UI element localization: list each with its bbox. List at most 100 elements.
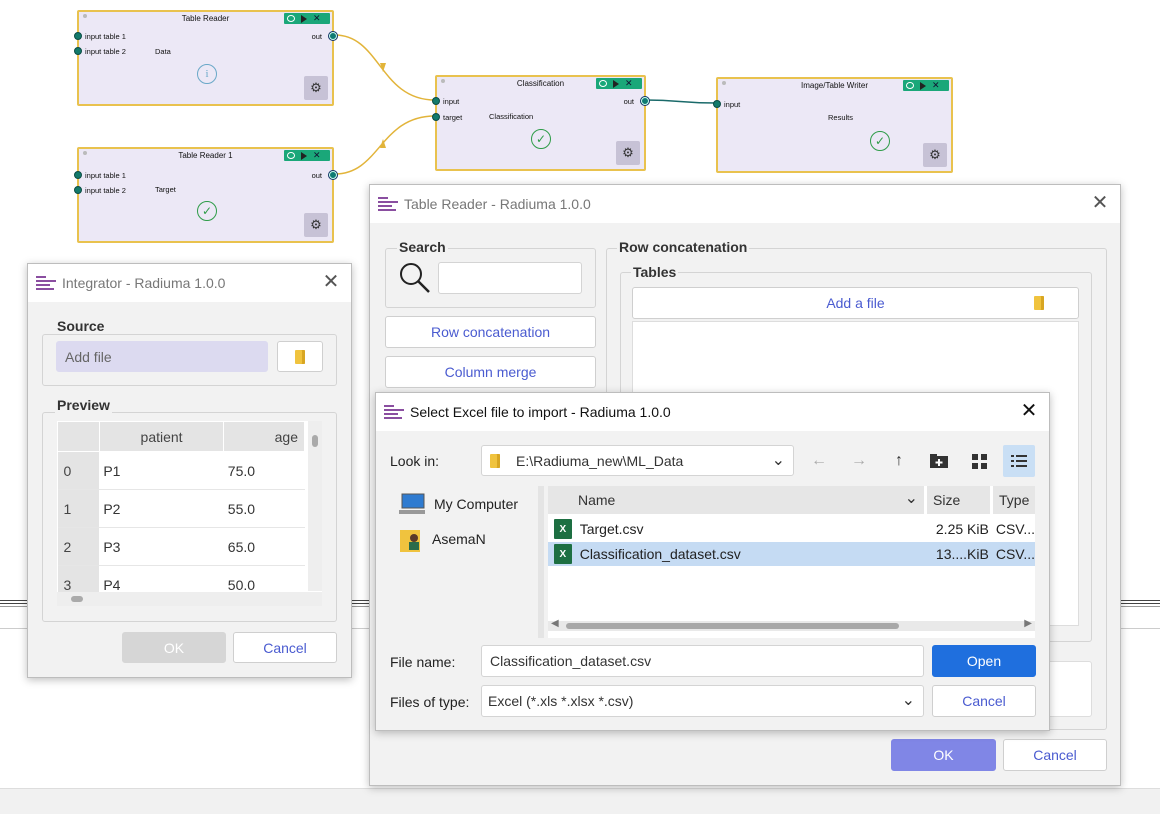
files-of-type-select[interactable]: Excel (*.xls *.xlsx *.csv) ⌄	[481, 685, 924, 717]
output-port[interactable]	[641, 97, 649, 105]
input-port[interactable]	[432, 97, 440, 105]
add-file-field[interactable]: Add file	[56, 341, 268, 372]
output-port[interactable]	[329, 32, 337, 40]
cancel-button[interactable]: Cancel	[932, 685, 1036, 717]
close-icon[interactable]: ✕	[313, 151, 321, 160]
list-view-icon[interactable]	[1003, 445, 1035, 477]
scroll-thumb[interactable]	[566, 623, 899, 629]
sidebar-item-label: AsemaN	[432, 531, 486, 547]
file-row-selected[interactable]: X Classification_dataset.csv 13....KiB C…	[548, 542, 1035, 566]
node-controls[interactable]: ✕	[284, 150, 330, 161]
preview-table-viewport[interactable]: patient age 0 P1 75.0 1 P2 55.0 2 P3 65.…	[57, 421, 322, 606]
scroll-thumb[interactable]	[71, 596, 83, 602]
add-a-file-button[interactable]: Add a file	[632, 287, 1079, 319]
play-icon[interactable]	[301, 14, 307, 23]
file-size: 2.25 KiB	[935, 521, 989, 537]
play-icon[interactable]	[613, 79, 619, 88]
node-controls[interactable]: ✕	[596, 78, 642, 89]
column-header-size[interactable]: Size	[926, 486, 990, 514]
add-a-file-label: Add a file	[826, 295, 885, 311]
input-port[interactable]	[713, 100, 721, 108]
up-arrow-icon[interactable]: ↑	[883, 445, 915, 477]
target-port[interactable]	[432, 113, 440, 121]
scroll-left-arrow-icon[interactable]: ◀	[551, 618, 559, 629]
scroll-thumb[interactable]	[312, 435, 318, 447]
integrator-dialog[interactable]: Integrator - Radiuma 1.0.0 ✕ Source Add …	[27, 263, 352, 678]
row-index: 1	[57, 489, 100, 528]
close-icon[interactable]: ✕	[321, 272, 341, 292]
close-icon[interactable]: ✕	[932, 81, 940, 90]
close-icon[interactable]: ✕	[1019, 401, 1039, 421]
ok-button[interactable]: OK	[891, 739, 996, 771]
new-folder-icon[interactable]	[923, 445, 955, 477]
node-table-reader[interactable]: Table Reader ✕ input table 1 input table…	[74, 10, 337, 106]
files-of-type-label: Files of type:	[390, 694, 470, 710]
back-arrow-icon[interactable]: ←	[803, 445, 835, 477]
input-port-1[interactable]	[74, 171, 82, 179]
look-in-combobox[interactable]: E:\Radiuma_new\ML_Data ⌄	[481, 445, 794, 476]
sidebar-item-user[interactable]: AsemaN	[400, 526, 486, 552]
settings-gear-button[interactable]: ⚙	[304, 76, 328, 100]
close-icon[interactable]: ✕	[625, 79, 633, 88]
record-icon[interactable]	[287, 152, 295, 159]
file-name-label: File name:	[390, 654, 456, 670]
input-port-2[interactable]	[74, 47, 82, 55]
vertical-scrollbar[interactable]	[308, 421, 322, 591]
open-button[interactable]: Open	[932, 645, 1036, 677]
record-icon[interactable]	[599, 80, 607, 87]
source-label: Source	[55, 318, 107, 334]
search-input[interactable]	[438, 262, 582, 294]
horizontal-scrollbar[interactable]	[57, 592, 322, 606]
grid-view-icon[interactable]	[963, 445, 995, 477]
check-icon: ✓	[531, 129, 551, 149]
file-row[interactable]: X Target.csv 2.25 KiB CSV...	[548, 517, 1035, 541]
horizontal-scrollbar[interactable]: ◀ ▶	[548, 618, 1035, 631]
column-header-type[interactable]: Type	[992, 486, 1035, 514]
splitter[interactable]	[538, 486, 544, 638]
table-row[interactable]: 0 P1 75.0	[57, 451, 305, 490]
dialog-titlebar[interactable]: Integrator - Radiuma 1.0.0 ✕	[28, 264, 351, 302]
node-image-table-writer[interactable]: Image/Table Writer ✕ input Results ✓ ⚙	[713, 77, 953, 173]
close-icon[interactable]: ✕	[1090, 193, 1110, 213]
play-icon[interactable]	[920, 81, 926, 90]
row-concatenation-button[interactable]: Row concatenation	[385, 316, 596, 348]
file-type: CSV...	[995, 521, 1035, 537]
node-controls[interactable]: ✕	[903, 80, 949, 91]
column-header-age[interactable]: age	[223, 421, 305, 452]
settings-gear-button[interactable]: ⚙	[616, 141, 640, 165]
scroll-right-arrow-icon[interactable]: ▶	[1024, 618, 1032, 629]
output-port[interactable]	[329, 171, 337, 179]
play-icon[interactable]	[301, 151, 307, 160]
input-port-2[interactable]	[74, 186, 82, 194]
check-icon: ✓	[870, 131, 890, 151]
cancel-button[interactable]: Cancel	[233, 632, 337, 663]
settings-gear-button[interactable]: ⚙	[923, 143, 947, 167]
dialog-titlebar[interactable]: Table Reader - Radiuma 1.0.0 ✕	[370, 185, 1120, 223]
record-icon[interactable]	[906, 82, 914, 89]
computer-icon	[399, 493, 425, 514]
file-list[interactable]: Name ⌄ Size Type X Target.csv 2.25 KiB C…	[548, 486, 1035, 638]
ok-button[interactable]: OK	[122, 632, 226, 663]
node-classification[interactable]: Classification ✕ input target out Classi…	[432, 75, 649, 171]
table-row[interactable]: 1 P2 55.0	[57, 489, 305, 528]
row-index: 0	[57, 451, 100, 490]
node-table-reader-1[interactable]: Table Reader 1 ✕ input table 1 input tab…	[74, 147, 337, 243]
sidebar-item-my-computer[interactable]: My Computer	[398, 492, 518, 516]
close-icon[interactable]: ✕	[313, 14, 321, 23]
node-controls[interactable]: ✕	[284, 13, 330, 24]
cancel-button[interactable]: Cancel	[1003, 739, 1107, 771]
input-port-1[interactable]	[74, 32, 82, 40]
file-name-input[interactable]: Classification_dataset.csv	[481, 645, 924, 677]
dialog-titlebar[interactable]: Select Excel file to import - Radiuma 1.…	[376, 393, 1049, 431]
column-merge-button[interactable]: Column merge	[385, 356, 596, 388]
forward-arrow-icon[interactable]: →	[843, 445, 875, 477]
column-header-patient[interactable]: patient	[98, 421, 225, 452]
table-row[interactable]: 2 P3 65.0	[57, 527, 305, 566]
file-type: CSV...	[995, 546, 1035, 562]
table-header-row: patient age	[57, 421, 305, 452]
select-file-dialog[interactable]: Select Excel file to import - Radiuma 1.…	[375, 392, 1050, 731]
record-icon[interactable]	[287, 15, 295, 22]
settings-gear-button[interactable]: ⚙	[304, 213, 328, 237]
browse-folder-button[interactable]	[277, 341, 323, 372]
column-header-name[interactable]: Name ⌄	[548, 486, 924, 514]
